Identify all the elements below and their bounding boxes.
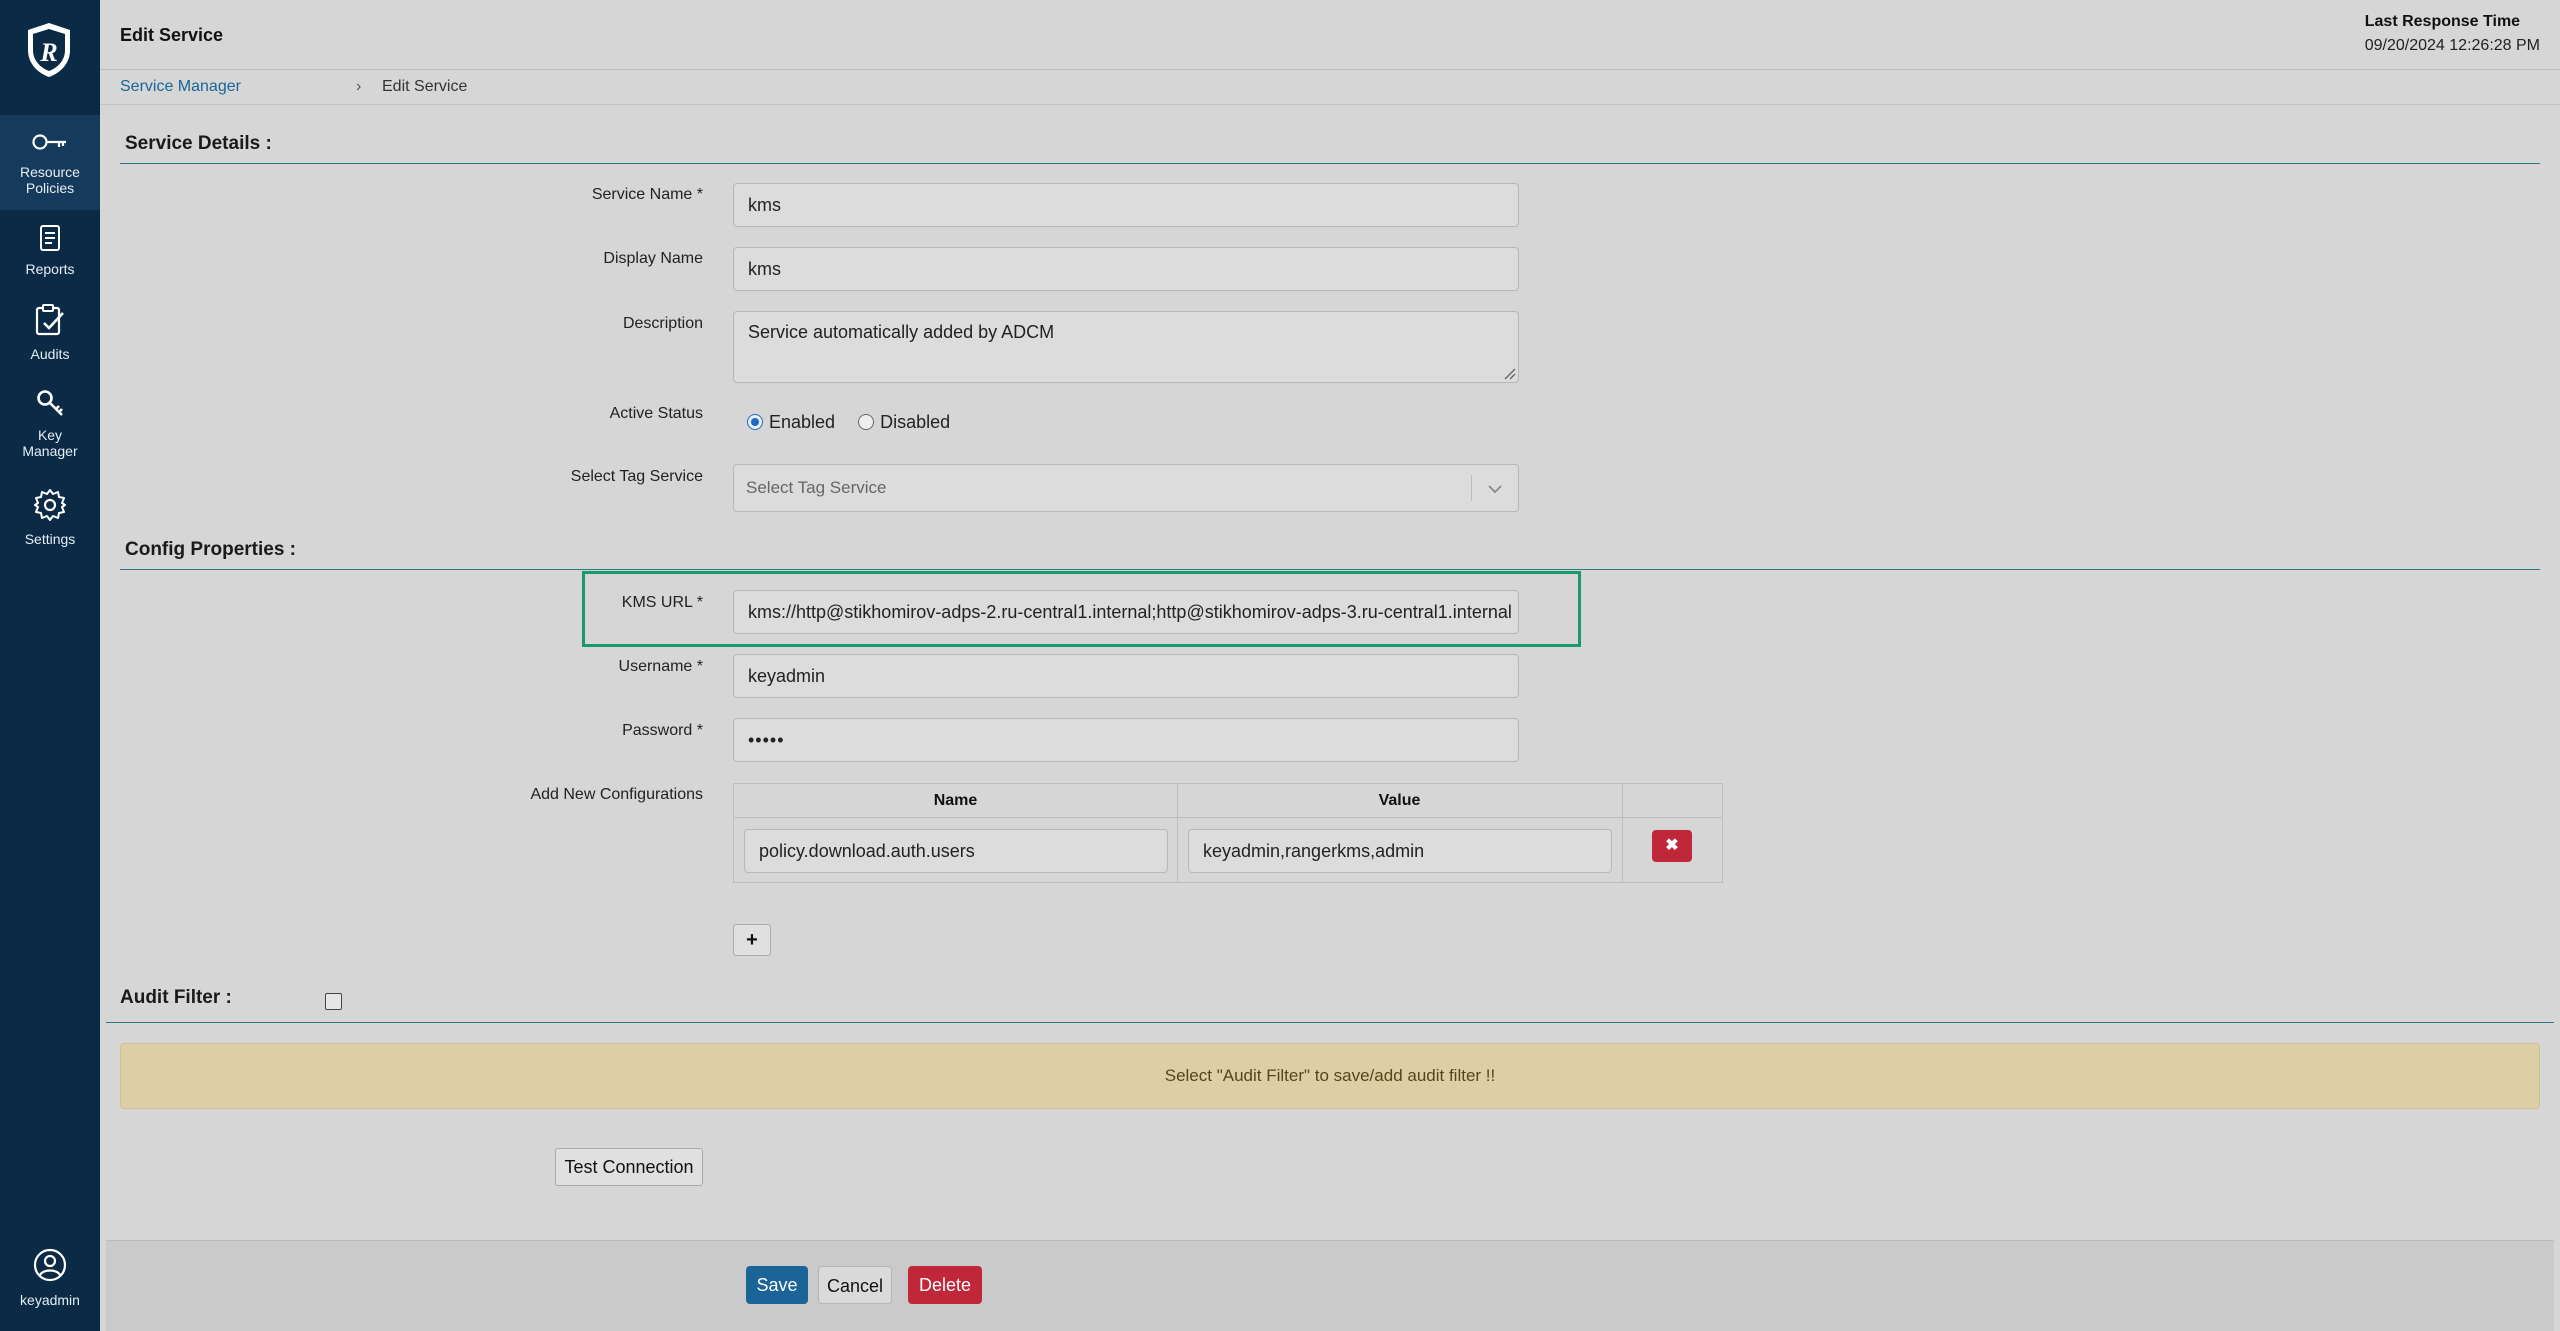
select-divider bbox=[1471, 475, 1472, 501]
description-label: Description bbox=[622, 315, 703, 332]
section-divider bbox=[120, 163, 2540, 164]
sidebar-item-resource-policies[interactable]: Resource Policies bbox=[0, 115, 100, 210]
status-disabled-option[interactable]: Disabled bbox=[858, 412, 950, 432]
sidebar-label: Reports bbox=[25, 261, 75, 277]
svg-text:R: R bbox=[39, 38, 57, 67]
sidebar-label: Audits bbox=[30, 346, 70, 362]
sidebar: R Resource Policies Reports Audits Key M… bbox=[0, 0, 100, 1331]
chevron-down-icon[interactable] bbox=[1486, 480, 1504, 498]
page-title: Edit Service bbox=[120, 25, 224, 45]
tag-service-placeholder: Select Tag Service bbox=[746, 478, 887, 497]
display-name-input[interactable]: kms bbox=[733, 247, 1519, 291]
sidebar-item-settings[interactable]: Settings bbox=[0, 488, 100, 548]
sidebar-item-reports[interactable]: Reports bbox=[0, 224, 100, 284]
top-header: Edit Service Last Response Time 09/20/20… bbox=[100, 0, 2560, 70]
username-label: Username * bbox=[618, 658, 703, 675]
last-response: Last Response Time 09/20/2024 12:26:28 P… bbox=[2365, 13, 2540, 55]
tag-service-select[interactable]: Select Tag Service bbox=[733, 464, 1519, 512]
audit-filter-title: Audit Filter : bbox=[120, 987, 232, 1008]
display-name-label: Display Name bbox=[603, 250, 703, 267]
sidebar-user-menu[interactable]: keyadmin bbox=[0, 1247, 100, 1317]
delete-row-button[interactable]: ✖ bbox=[1652, 830, 1692, 862]
service-name-input[interactable]: kms bbox=[733, 183, 1519, 227]
breadcrumb-current: Edit Service bbox=[382, 78, 468, 95]
resize-grip-icon[interactable] bbox=[1502, 366, 1516, 380]
key-search-icon bbox=[0, 388, 100, 421]
status-disabled-label: Disabled bbox=[880, 412, 951, 432]
kms-url-input[interactable]: kms://http@stikhomirov-adps-2.ru-central… bbox=[733, 590, 1519, 634]
radio-enabled[interactable] bbox=[747, 414, 763, 430]
delete-button[interactable]: Delete bbox=[908, 1266, 982, 1304]
clipboard-check-icon bbox=[0, 303, 100, 340]
sidebar-label: Key bbox=[37, 427, 63, 443]
tag-service-label: Select Tag Service bbox=[570, 468, 703, 485]
column-divider bbox=[1622, 784, 1623, 882]
test-connection-button[interactable]: Test Connection bbox=[555, 1148, 703, 1186]
kms-url-label: KMS URL * bbox=[621, 594, 703, 611]
form-actions-bar: Save Cancel Delete bbox=[106, 1240, 2554, 1331]
key-icon bbox=[0, 129, 100, 158]
document-icon bbox=[0, 224, 100, 255]
active-status-label: Active Status bbox=[609, 405, 703, 422]
sidebar-label: Policies bbox=[25, 180, 75, 196]
save-button[interactable]: Save bbox=[746, 1266, 808, 1304]
audit-filter-notice: Select "Audit Filter" to save/add audit … bbox=[120, 1043, 2540, 1109]
breadcrumb-service-manager-link[interactable]: Service Manager bbox=[120, 78, 241, 96]
service-details-title: Service Details : bbox=[125, 133, 272, 154]
add-config-row-button[interactable]: + bbox=[733, 924, 771, 956]
username-input[interactable]: keyadmin bbox=[733, 654, 1519, 698]
sidebar-label: Manager bbox=[22, 443, 78, 459]
gear-icon bbox=[0, 488, 100, 525]
section-divider bbox=[106, 1022, 2554, 1023]
description-textarea[interactable]: Service automatically added by ADCM bbox=[733, 311, 1519, 383]
status-enabled-label: Enabled bbox=[769, 412, 836, 432]
last-response-time: 09/20/2024 12:26:28 PM bbox=[2364, 37, 2540, 54]
service-name-label: Service Name * bbox=[591, 186, 703, 203]
column-header-value: Value bbox=[1177, 784, 1622, 818]
sidebar-label: Resource bbox=[20, 164, 80, 180]
breadcrumb: Service Manager › Edit Service bbox=[100, 70, 2560, 105]
ranger-logo-icon[interactable]: R bbox=[22, 20, 76, 80]
config-name-input[interactable]: policy.download.auth.users bbox=[744, 829, 1168, 873]
add-new-config-label: Add New Configurations bbox=[530, 786, 703, 803]
config-value-input[interactable]: keyadmin,rangerkms,admin bbox=[1188, 829, 1612, 873]
sidebar-label: Settings bbox=[24, 531, 76, 547]
user-name: keyadmin bbox=[20, 1292, 80, 1308]
sidebar-item-key-manager[interactable]: Key Manager bbox=[0, 388, 100, 463]
section-divider bbox=[120, 569, 2540, 570]
radio-disabled[interactable] bbox=[858, 414, 875, 430]
column-header-name: Name bbox=[734, 784, 1177, 818]
status-enabled-option[interactable]: Enabled bbox=[747, 412, 835, 432]
column-header-actions bbox=[1622, 784, 1722, 818]
active-status-radio-group: Enabled Disabled bbox=[747, 412, 950, 433]
config-properties-title: Config Properties : bbox=[125, 539, 297, 560]
password-label: Password * bbox=[622, 722, 703, 739]
last-response-label: Last Response Time bbox=[2364, 13, 2521, 30]
audit-filter-checkbox[interactable] bbox=[325, 993, 342, 1010]
sidebar-item-audits[interactable]: Audits bbox=[0, 303, 100, 363]
cancel-button[interactable]: Cancel bbox=[818, 1266, 892, 1304]
password-input[interactable]: ••••• bbox=[733, 718, 1519, 762]
column-divider bbox=[1177, 784, 1178, 882]
config-table: Name Value policy.download.auth.users ke… bbox=[733, 783, 1723, 883]
user-circle-icon bbox=[0, 1247, 100, 1286]
breadcrumb-separator: › bbox=[356, 78, 362, 95]
description-text: Service automatically added by ADCM bbox=[748, 322, 1055, 342]
